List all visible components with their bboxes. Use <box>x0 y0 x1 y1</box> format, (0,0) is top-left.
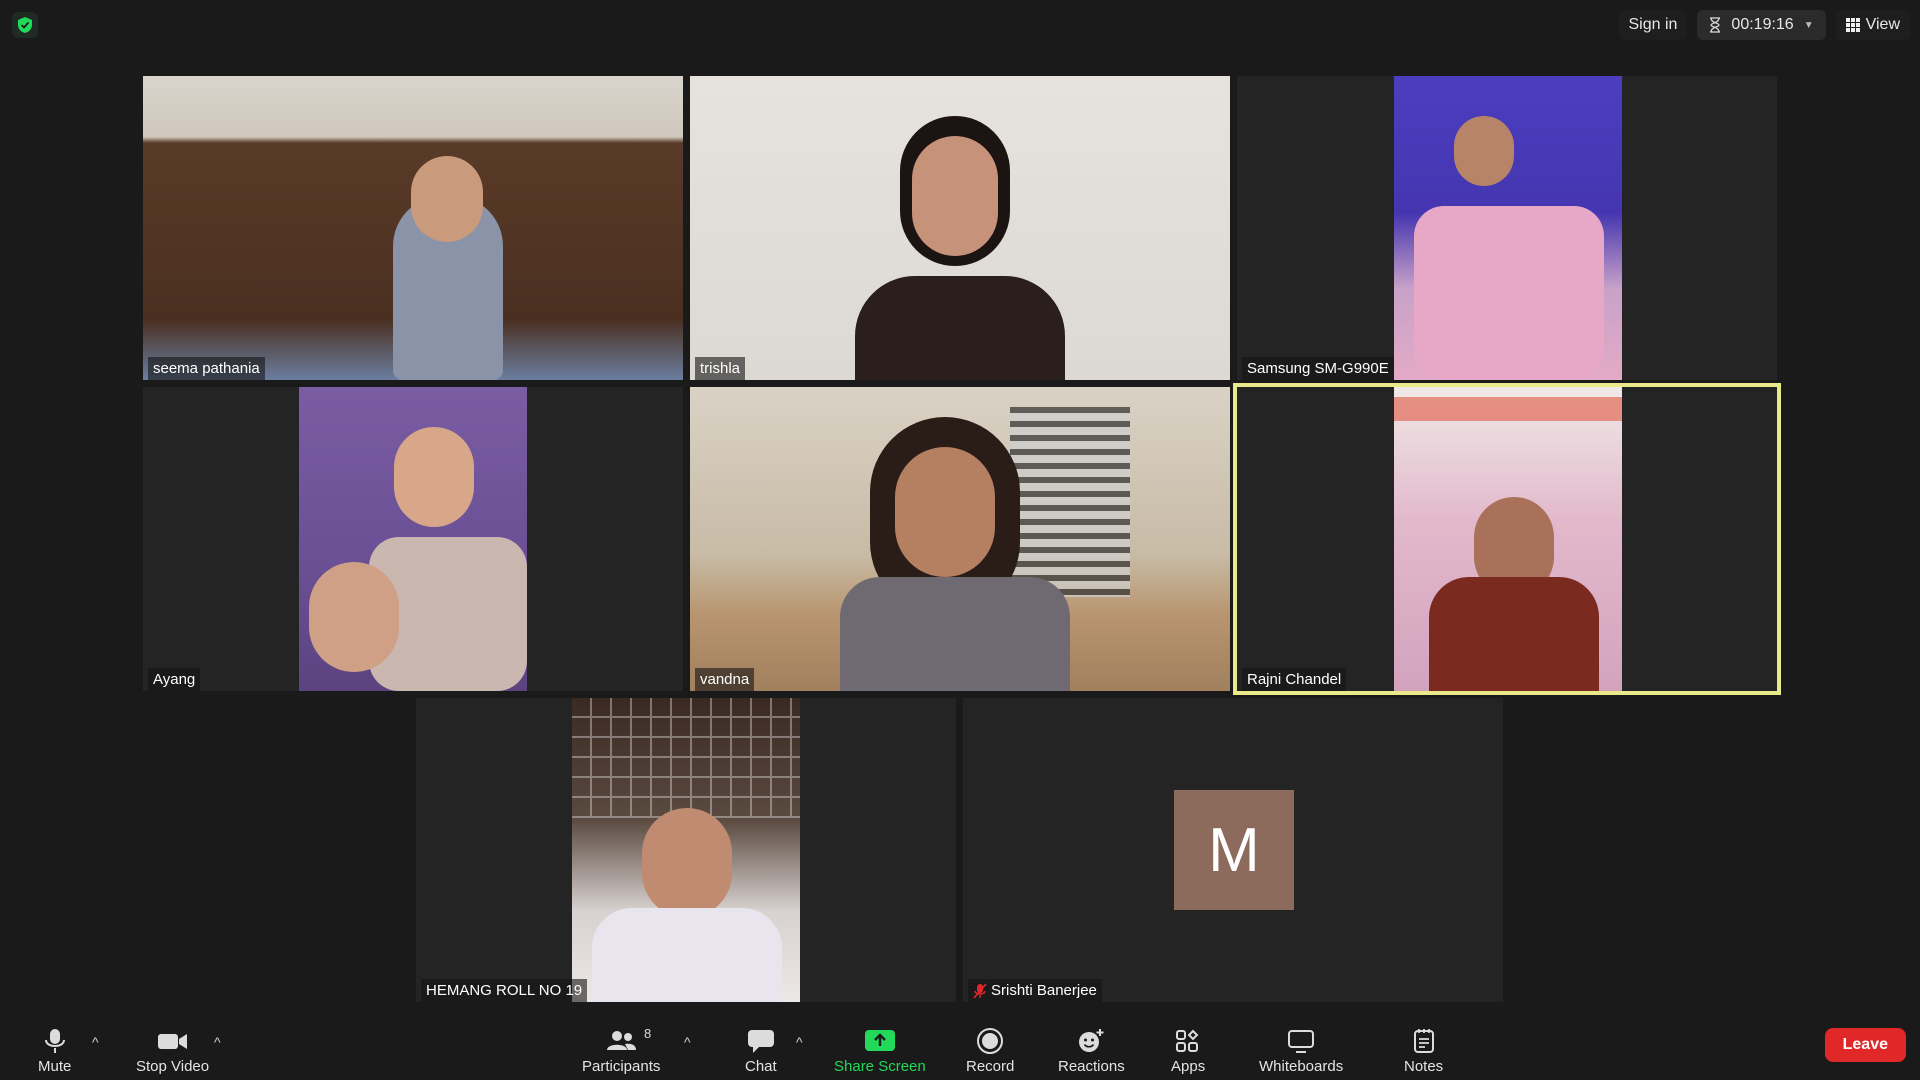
stop-video-label: Stop Video <box>136 1058 210 1075</box>
reactions-label: Reactions <box>1058 1058 1125 1075</box>
avatar-letter: M <box>1208 815 1260 885</box>
record-button[interactable]: Record <box>966 1028 1014 1075</box>
chevron-down-icon[interactable]: ▼ <box>1804 20 1814 31</box>
participant-name: Rajni Chandel <box>1242 668 1347 691</box>
participant-video <box>143 76 683 380</box>
participants-label: Participants <box>582 1058 661 1075</box>
chat-icon <box>747 1030 774 1053</box>
mute-label: Mute <box>38 1058 72 1075</box>
apps-icon <box>1176 1029 1199 1052</box>
participants-icon <box>607 1031 637 1050</box>
participant-name: trishla <box>695 357 746 380</box>
whiteboards-button[interactable]: Whiteboards <box>1259 1028 1343 1075</box>
chevron-up-icon[interactable]: ^ <box>92 1034 99 1050</box>
participant-tile[interactable]: trishla <box>690 76 1230 380</box>
participant-video <box>1394 387 1622 691</box>
timer-value: 00:19:16 <box>1731 16 1794 33</box>
muted-mic-icon <box>973 982 987 999</box>
share-screen-label: Share Screen <box>834 1058 926 1075</box>
whiteboard-icon <box>1288 1030 1315 1053</box>
apps-label: Apps <box>1171 1058 1206 1075</box>
participant-name: seema pathania <box>148 357 265 380</box>
zoom-meeting-window: Sign in 00:19:16 ▼ View seema pathania t… <box>0 0 1920 1080</box>
hourglass-icon <box>1710 17 1721 33</box>
meeting-timer[interactable]: 00:19:16 ▼ <box>1697 10 1826 40</box>
notes-button[interactable]: Notes <box>1404 1028 1443 1075</box>
leave-button[interactable]: Leave <box>1824 1028 1906 1062</box>
participant-name-label: Srishti Banerjee <box>991 982 1097 999</box>
participant-tile[interactable]: M Srishti Banerjee <box>963 698 1503 1002</box>
notes-icon <box>1413 1029 1434 1053</box>
participant-name: HEMANG ROLL NO 19 <box>421 979 588 1002</box>
participant-name: vandna <box>695 668 755 691</box>
whiteboards-label: Whiteboards <box>1259 1058 1344 1075</box>
participant-name-muted: Srishti Banerjee <box>968 979 1102 1002</box>
chevron-up-icon[interactable]: ^ <box>796 1034 803 1050</box>
participant-tile[interactable]: Ayang <box>143 387 683 691</box>
participant-name: Samsung SM-G990E <box>1242 357 1394 380</box>
chevron-up-icon[interactable]: ^ <box>684 1034 691 1050</box>
participants-count: 8 <box>644 1026 652 1041</box>
participant-tile[interactable]: vandna <box>690 387 1230 691</box>
participant-tile-active-speaker[interactable]: Rajni Chandel <box>1233 383 1781 695</box>
participant-video <box>1394 76 1622 380</box>
participant-video <box>299 387 527 691</box>
video-camera-icon <box>157 1034 187 1049</box>
participant-tile[interactable]: Samsung SM-G990E <box>1237 76 1777 380</box>
microphone-icon <box>44 1029 65 1053</box>
mute-button[interactable]: Mute <box>38 1028 71 1075</box>
avatar: M <box>1174 790 1294 910</box>
reactions-button[interactable]: Reactions <box>1058 1028 1125 1075</box>
chevron-up-icon[interactable]: ^ <box>214 1034 221 1050</box>
apps-button[interactable]: Apps <box>1171 1028 1205 1075</box>
participant-video <box>690 76 1230 380</box>
grid-icon <box>1845 18 1860 32</box>
share-screen-icon <box>864 1030 895 1051</box>
sign-in-button[interactable]: Sign in <box>1618 10 1688 40</box>
record-icon <box>977 1028 1004 1054</box>
share-screen-button[interactable]: Share Screen <box>834 1028 926 1075</box>
meeting-toolbar: Mute ^ Stop Video ^ Participants 8 ^ Cha… <box>0 1014 1920 1080</box>
participant-tile[interactable]: HEMANG ROLL NO 19 <box>416 698 956 1002</box>
view-label: View <box>1865 16 1900 33</box>
stop-video-button[interactable]: Stop Video <box>136 1028 209 1075</box>
notes-label: Notes <box>1404 1058 1444 1075</box>
record-label: Record <box>966 1058 1015 1075</box>
participant-name: Ayang <box>148 668 201 691</box>
participant-tile[interactable]: seema pathania <box>143 76 683 380</box>
chat-label: Chat <box>745 1058 777 1075</box>
top-right-controls: Sign in 00:19:16 ▼ View <box>1618 10 1910 40</box>
smiley-plus-icon <box>1079 1029 1104 1052</box>
participant-video <box>690 387 1230 691</box>
participant-video <box>572 698 800 1002</box>
security-shield-icon[interactable] <box>12 12 38 38</box>
view-button[interactable]: View <box>1835 10 1910 40</box>
chat-button[interactable]: Chat <box>745 1028 777 1075</box>
